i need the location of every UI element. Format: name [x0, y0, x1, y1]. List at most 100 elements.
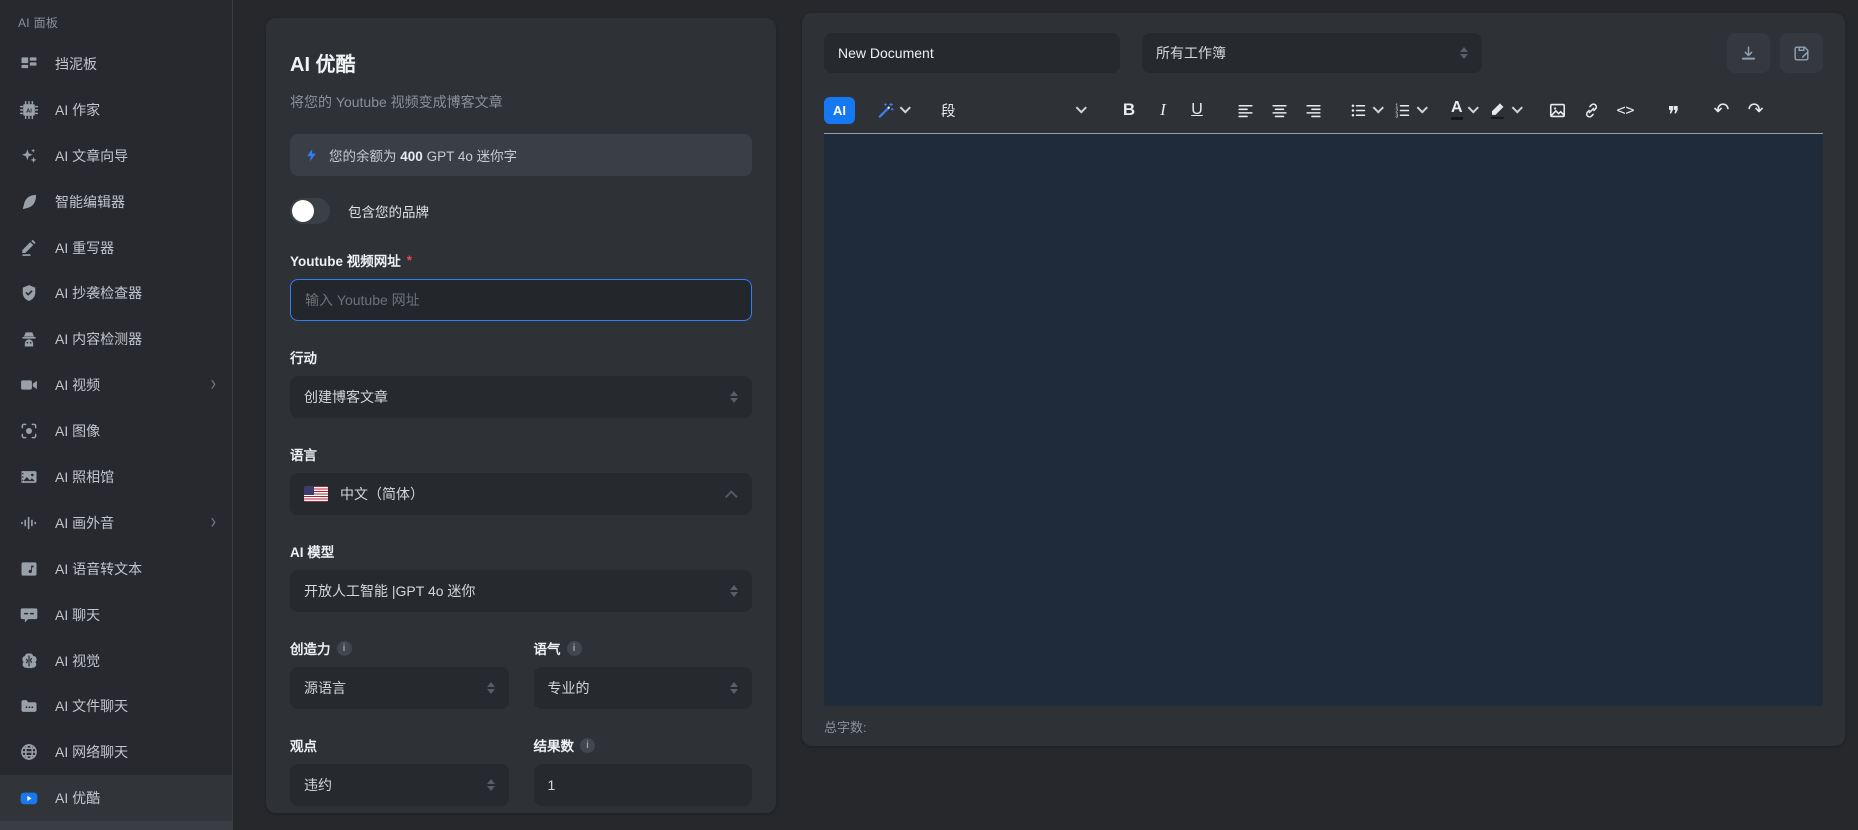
numbered-list-button[interactable]: 123 [1390, 94, 1430, 126]
rich-text-editor-area[interactable] [824, 133, 1823, 706]
magic-wand-button[interactable] [873, 94, 913, 126]
editor-header: 所有工作簿 [824, 33, 1823, 73]
sidebar-item-file-chat[interactable]: AI 文件聊天 [0, 683, 232, 729]
results-count-label: 结果数i [534, 735, 753, 755]
italic-button[interactable]: I [1148, 94, 1178, 126]
sidebar-next-item-partial [0, 821, 232, 830]
youtube-form-panel: AI 优酷 将您的 Youtube 视频变成博客文章 您的余额为 400 GPT… [266, 18, 776, 813]
magic-wand-icon [876, 101, 895, 120]
chevron-right-icon: › [211, 512, 216, 533]
code-block-button[interactable]: <> [1611, 94, 1641, 126]
sidebar-item-ai-vision[interactable]: AI 视觉 [0, 638, 232, 684]
sidebar-item-ai-writer[interactable]: AI AI 作家 [0, 87, 232, 133]
image-scan-icon [18, 420, 40, 442]
pov-select[interactable]: 违约 [290, 764, 509, 806]
us-flag-icon [304, 486, 328, 502]
redo-button[interactable]: ↷ [1741, 94, 1771, 126]
globe-icon [18, 741, 40, 763]
pencil-icon [18, 237, 40, 259]
bullet-list-button[interactable] [1346, 94, 1386, 126]
editor-toolbar: AI 段 B I U 123 [824, 87, 1823, 133]
sidebar-item-label: AI 文件聊天 [55, 696, 128, 716]
chevron-down-icon [1076, 102, 1087, 113]
blockquote-button[interactable]: ❞ [1659, 94, 1689, 126]
waveform-icon [18, 512, 40, 534]
workbook-value: 所有工作簿 [1156, 43, 1226, 63]
balance-text: 您的余额为 [329, 149, 397, 164]
align-left-button[interactable] [1230, 94, 1260, 126]
sidebar-item-voiceover[interactable]: AI 画外音 › [0, 500, 232, 546]
tone-value: 专业的 [548, 678, 590, 698]
svg-text:3: 3 [1395, 113, 1398, 119]
brand-toggle-label: 包含您的品牌 [348, 201, 429, 221]
underline-button[interactable]: U [1182, 94, 1212, 126]
align-left-icon [1236, 101, 1255, 120]
align-right-button[interactable] [1298, 94, 1328, 126]
numbered-list-icon: 123 [1393, 101, 1412, 120]
language-select[interactable]: 中文（简体） [290, 473, 752, 515]
sidebar-item-ai-video[interactable]: AI 视频 › [0, 362, 232, 408]
info-icon[interactable]: i [580, 738, 595, 753]
select-arrows-icon [487, 682, 495, 694]
youtube-url-input[interactable] [305, 292, 737, 308]
bold-button[interactable]: B [1114, 94, 1144, 126]
link-icon [1582, 101, 1601, 120]
download-button[interactable] [1727, 33, 1770, 73]
pov-value: 违约 [304, 775, 332, 795]
youtube-url-label: Youtube 视频网址* [290, 250, 752, 270]
audio-file-icon [18, 558, 40, 580]
chevron-up-icon [725, 490, 738, 503]
sidebar-item-plagiarism-checker[interactable]: AI 抄袭检查器 [0, 270, 232, 316]
sidebar-item-rewriter[interactable]: AI 重写器 [0, 225, 232, 271]
sidebar-item-web-chat[interactable]: AI 网络聊天 [0, 729, 232, 775]
save-document-button[interactable] [1780, 33, 1823, 73]
sidebar-item-photo-studio[interactable]: AI 照相馆 [0, 454, 232, 500]
chevron-right-icon: › [211, 375, 216, 396]
undo-button[interactable]: ↶ [1707, 94, 1737, 126]
sidebar-item-label: 挡泥板 [55, 54, 97, 74]
sidebar-item-article-wizard[interactable]: AI 文章向导 [0, 133, 232, 179]
sidebar-item-content-detector[interactable]: AI 内容检测器 [0, 316, 232, 362]
sidebar-item-ai-image[interactable]: AI 图像 [0, 408, 232, 454]
quill-icon [18, 191, 40, 213]
insert-link-button[interactable] [1577, 94, 1607, 126]
brand-toggle[interactable] [290, 198, 330, 224]
insert-image-button[interactable] [1543, 94, 1573, 126]
sidebar-item-label: AI 语音转文本 [55, 559, 142, 579]
sidebar-item-label: AI 画外音 [55, 513, 114, 533]
creativity-select[interactable]: 源语言 [290, 667, 509, 709]
highlight-color-button[interactable] [1485, 94, 1525, 126]
results-count-input[interactable] [548, 777, 739, 793]
info-icon[interactable]: i [567, 641, 582, 656]
language-value: 中文（简体） [340, 484, 424, 504]
youtube-url-field [290, 279, 752, 321]
ai-tools-button[interactable]: AI [824, 97, 855, 124]
toggle-knob [292, 200, 314, 222]
sidebar-item-ai-chat[interactable]: AI 聊天 [0, 592, 232, 638]
paragraph-style-select[interactable]: 段 [931, 93, 1096, 127]
sidebar-item-dashboard[interactable]: 挡泥板 [0, 41, 232, 87]
sidebar-item-label: AI 聊天 [55, 605, 100, 625]
sidebar-item-speech-to-text[interactable]: AI 语音转文本 [0, 546, 232, 592]
select-arrows-icon [487, 779, 495, 791]
chevron-down-icon [1467, 102, 1478, 113]
sidebar-item-ai-youtube[interactable]: AI 优酷 [0, 775, 232, 821]
info-icon[interactable]: i [337, 641, 352, 656]
editor-panel: 所有工作簿 AI 段 [802, 13, 1845, 746]
workbook-select[interactable]: 所有工作簿 [1142, 33, 1482, 73]
align-center-button[interactable] [1264, 94, 1294, 126]
sidebar: AI 面板 挡泥板 AI AI 作家 AI 文章向导 智能编辑器 AI 重写器 … [0, 0, 233, 830]
chevron-down-icon [1373, 102, 1384, 113]
sidebar-item-smart-editor[interactable]: 智能编辑器 [0, 179, 232, 225]
document-title-input[interactable] [824, 33, 1120, 73]
sidebar-item-label: AI 网络聊天 [55, 742, 128, 762]
text-color-button[interactable]: A [1448, 94, 1481, 126]
main-content: AI 优酷 将您的 Youtube 视频变成博客文章 您的余额为 400 GPT… [233, 0, 1858, 830]
lightning-bolt-icon [304, 147, 319, 164]
ai-model-select[interactable]: 开放人工智能 |GPT 4o 迷你 [290, 570, 752, 612]
tone-select[interactable]: 专业的 [534, 667, 753, 709]
chevron-down-icon [1511, 102, 1522, 113]
balance-amount: 400 [400, 149, 423, 164]
action-select[interactable]: 创建博客文章 [290, 376, 752, 418]
sidebar-item-label: 智能编辑器 [55, 192, 125, 212]
